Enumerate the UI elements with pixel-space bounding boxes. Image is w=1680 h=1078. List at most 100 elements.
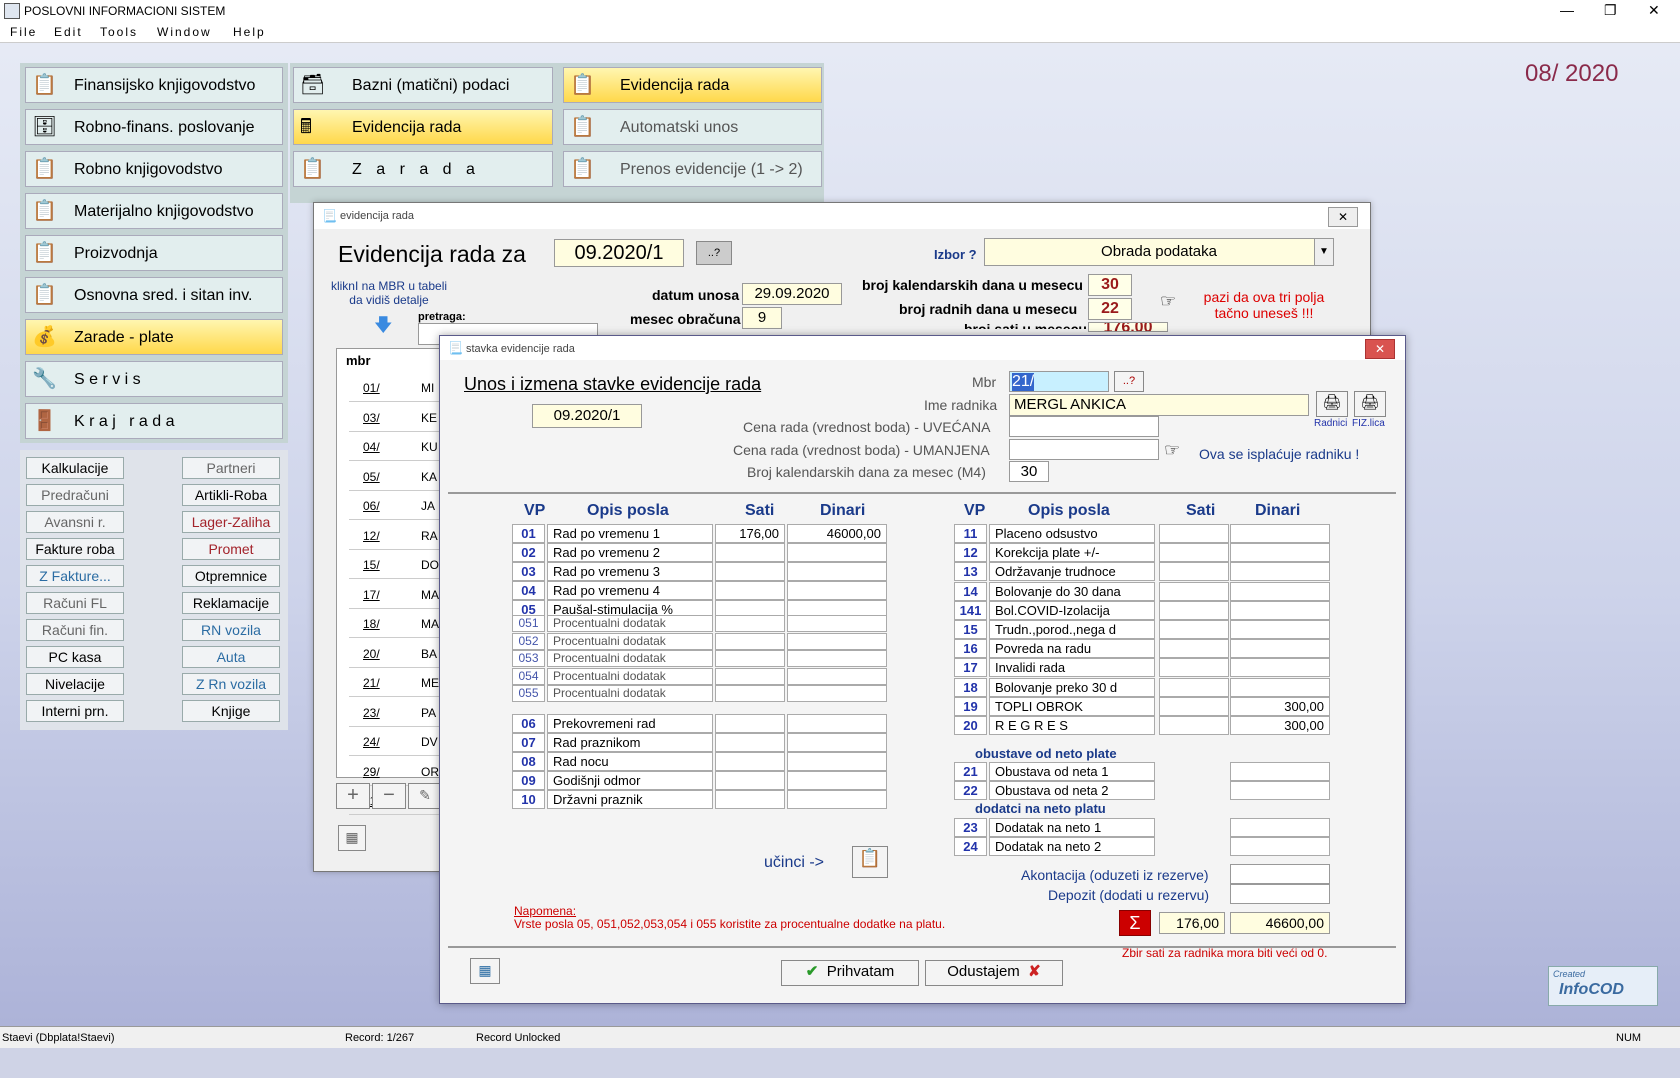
mbr-link[interactable]: 21/ bbox=[363, 676, 380, 690]
mbr-link[interactable]: 04/ bbox=[363, 440, 380, 454]
dinari-input[interactable] bbox=[787, 667, 887, 685]
module-osnovna-sred[interactable]: 📋 Osnovna sred. i sitan inv. bbox=[25, 277, 283, 313]
edit-button[interactable]: ✎ bbox=[408, 783, 442, 809]
sum-icon[interactable]: Σ bbox=[1119, 910, 1151, 936]
sati-input[interactable] bbox=[715, 632, 785, 650]
module-proizvodnja[interactable]: 📋 Proizvodnja bbox=[25, 235, 283, 271]
period-field[interactable]: 09.2020/1 bbox=[554, 239, 684, 267]
kalendarski-dani-field[interactable]: 30 bbox=[1088, 274, 1132, 296]
calculator-icon[interactable]: ▦ bbox=[338, 825, 366, 851]
depozit-field[interactable] bbox=[1230, 884, 1330, 904]
sati-input[interactable] bbox=[715, 581, 785, 600]
module-zarade[interactable]: 💰 Zarade - plate bbox=[25, 319, 283, 355]
menu-edit[interactable]: Edit bbox=[54, 25, 83, 39]
mbr-link[interactable]: 23/ bbox=[363, 706, 380, 720]
mbr-link[interactable]: 01/ bbox=[363, 381, 380, 395]
quick-button[interactable]: Otpremnice bbox=[182, 565, 280, 587]
dinari-input[interactable] bbox=[1230, 600, 1330, 620]
dinari-input[interactable] bbox=[1230, 837, 1330, 856]
submodule-bazni-podaci[interactable]: 🗃 Bazni (matični) podaci bbox=[293, 67, 553, 103]
mbr-link[interactable]: 12/ bbox=[363, 529, 380, 543]
dinari-input[interactable] bbox=[1230, 524, 1330, 543]
menu-tools[interactable]: Tools bbox=[100, 25, 138, 39]
dinari-input[interactable] bbox=[1230, 562, 1330, 582]
cena-uvecana-field[interactable] bbox=[1009, 416, 1159, 437]
mbr-link[interactable]: 05/ bbox=[363, 470, 380, 484]
action-prenos-evidencije[interactable]: 📋 Prenos evidencije (1 -> 2) bbox=[563, 151, 822, 187]
dinari-input[interactable] bbox=[1230, 762, 1330, 781]
sati-input[interactable]: 176,00 bbox=[715, 524, 785, 543]
sati-input[interactable] bbox=[1159, 696, 1229, 716]
restore-icon[interactable]: ❐ bbox=[1604, 2, 1617, 19]
sati-input[interactable] bbox=[715, 685, 785, 702]
mbr-link[interactable]: 20/ bbox=[363, 647, 380, 661]
module-robno-finans[interactable]: 🗄 Robno-finans. poslovanje bbox=[25, 109, 283, 145]
close-icon[interactable]: ✕ bbox=[1328, 207, 1358, 227]
dinari-input[interactable] bbox=[787, 562, 887, 581]
module-robno[interactable]: 📋 Robno knjigovodstvo bbox=[25, 151, 283, 187]
quick-button[interactable]: Auta bbox=[182, 646, 280, 668]
sati-input[interactable] bbox=[1159, 581, 1229, 601]
dinari-input[interactable] bbox=[787, 733, 887, 752]
dinari-input[interactable] bbox=[787, 714, 887, 733]
dinari-input[interactable] bbox=[1230, 818, 1330, 837]
quick-button[interactable]: Avansni r. bbox=[26, 511, 124, 533]
prihvatam-button[interactable]: ✔ Prihvatam bbox=[781, 960, 919, 986]
submodule-zarada[interactable]: 📋 Z a r a d a bbox=[293, 151, 553, 187]
module-servis[interactable]: 🔧 S e r v i s bbox=[25, 361, 283, 397]
dinari-input[interactable] bbox=[787, 632, 887, 650]
sati-input[interactable] bbox=[1159, 639, 1229, 659]
sati-input[interactable] bbox=[715, 733, 785, 752]
dinari-input[interactable] bbox=[1230, 658, 1330, 678]
quick-button[interactable]: Artikli-Roba bbox=[182, 484, 280, 506]
mbr-link[interactable]: 06/ bbox=[363, 499, 380, 513]
minimize-icon[interactable]: — bbox=[1560, 2, 1574, 18]
quick-button[interactable]: Računi fin. bbox=[26, 619, 124, 641]
dinari-input[interactable] bbox=[1230, 781, 1330, 800]
dinari-input[interactable] bbox=[1230, 620, 1330, 639]
sati-input[interactable] bbox=[1159, 620, 1229, 639]
add-button[interactable]: + bbox=[336, 783, 370, 809]
mesec-obracuna-field[interactable]: 9 bbox=[742, 307, 782, 329]
sati-input[interactable] bbox=[1159, 543, 1229, 563]
sati-input[interactable] bbox=[715, 667, 785, 685]
dinari-input[interactable]: 300,00 bbox=[1230, 696, 1330, 716]
menu-file[interactable]: File bbox=[10, 25, 37, 39]
close-icon[interactable]: ✕ bbox=[1648, 2, 1660, 19]
dinari-input[interactable] bbox=[787, 685, 887, 702]
sati-u-mesecu-field[interactable]: 176,00 bbox=[1088, 322, 1168, 332]
radni-dani-field[interactable]: 22 bbox=[1088, 298, 1132, 320]
sati-input[interactable] bbox=[1159, 600, 1229, 620]
quick-button[interactable]: Lager-Zaliha bbox=[182, 511, 280, 533]
remove-button[interactable]: − bbox=[372, 783, 406, 809]
dinari-input[interactable] bbox=[787, 771, 887, 790]
mbr-link[interactable]: 17/ bbox=[363, 588, 380, 602]
kalendarski-dani-m4-field[interactable]: 30 bbox=[1009, 461, 1049, 482]
dinari-input[interactable] bbox=[1230, 639, 1330, 659]
mbr-link[interactable]: 29/ bbox=[363, 765, 380, 779]
datum-unosa-field[interactable]: 29.09.2020 bbox=[742, 283, 842, 305]
sati-input[interactable] bbox=[715, 650, 785, 667]
mbr-link[interactable]: 15/ bbox=[363, 558, 380, 572]
quick-button[interactable]: Z Fakture... bbox=[26, 565, 124, 587]
sati-input[interactable] bbox=[715, 714, 785, 733]
dinari-input[interactable] bbox=[787, 650, 887, 667]
mbr-link[interactable]: 18/ bbox=[363, 617, 380, 631]
module-finansijsko[interactable]: 📋 Finansijsko knjigovodstvo bbox=[25, 67, 283, 103]
dinari-input[interactable]: 300,00 bbox=[1230, 716, 1330, 735]
dinari-input[interactable] bbox=[1230, 677, 1330, 697]
menu-window[interactable]: Window bbox=[157, 25, 212, 39]
cena-umanjena-field[interactable] bbox=[1009, 439, 1159, 460]
dinari-input[interactable] bbox=[787, 790, 887, 809]
quick-button[interactable]: Računi FL bbox=[26, 592, 124, 614]
izbor-select[interactable]: Obrada podataka ▼ bbox=[984, 238, 1334, 266]
radnici-button[interactable]: 🖨 bbox=[1316, 391, 1348, 417]
sati-input[interactable] bbox=[715, 615, 785, 632]
dinari-input[interactable] bbox=[787, 581, 887, 600]
module-materijalno[interactable]: 📋 Materijalno knjigovodstvo bbox=[25, 193, 283, 229]
menu-help[interactable]: Help bbox=[233, 25, 266, 39]
sati-input[interactable] bbox=[1159, 562, 1229, 582]
calculator-icon[interactable]: ▦ bbox=[470, 958, 500, 984]
sati-input[interactable] bbox=[715, 543, 785, 562]
lookup-button[interactable]: ..? bbox=[696, 241, 732, 265]
